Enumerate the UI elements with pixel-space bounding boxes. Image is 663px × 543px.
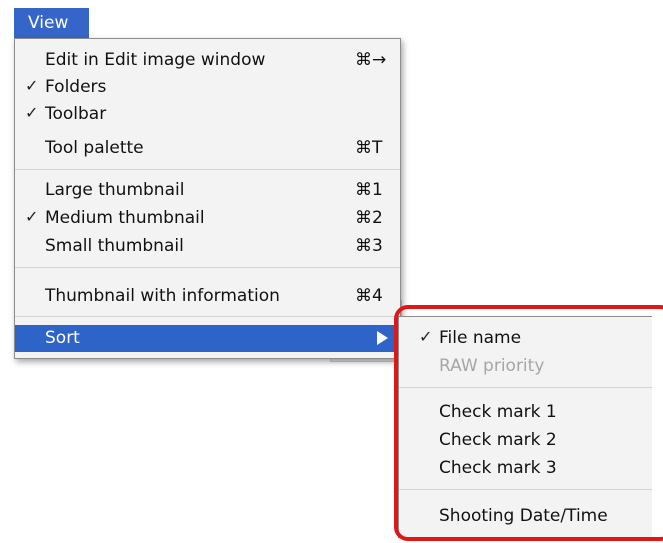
menu-item-edit-in-edit-image-window[interactable]: Edit in Edit image window ⌘→ — [15, 47, 400, 74]
menu-item-small-thumbnail[interactable]: Small thumbnail ⌘3 — [15, 233, 400, 260]
submenu-arrow-icon — [377, 331, 388, 345]
menu-item-medium-thumbnail[interactable]: ✓ Medium thumbnail ⌘2 — [15, 205, 400, 232]
highlight-box — [394, 305, 663, 541]
shortcut: ⌘→ — [355, 50, 387, 70]
shortcut: ⌘3 — [355, 236, 383, 256]
view-menu-title[interactable]: View — [14, 8, 89, 38]
checkmark-icon: ✓ — [25, 103, 39, 122]
checkmark-icon: ✓ — [25, 207, 39, 226]
menu-item-tool-palette[interactable]: Tool palette ⌘T — [15, 135, 400, 162]
menu-item-toolbar[interactable]: ✓ Toolbar — [15, 101, 400, 128]
shortcut: ⌘1 — [355, 180, 383, 200]
menu-separator — [15, 316, 400, 317]
shortcut: ⌘4 — [355, 286, 383, 306]
menu-item-sort[interactable]: Sort — [15, 325, 400, 352]
menu-separator — [15, 169, 400, 170]
menu-item-thumbnail-with-information[interactable]: Thumbnail with information ⌘4 — [15, 283, 400, 310]
menu-separator — [15, 267, 400, 268]
menu-item-large-thumbnail[interactable]: Large thumbnail ⌘1 — [15, 177, 400, 204]
menu-item-folders[interactable]: ✓ Folders — [15, 74, 400, 101]
shortcut: ⌘2 — [355, 208, 383, 228]
checkmark-icon: ✓ — [25, 76, 39, 95]
shortcut: ⌘T — [355, 138, 383, 158]
view-menu: Edit in Edit image window ⌘→ ✓ Folders ✓… — [14, 38, 401, 359]
